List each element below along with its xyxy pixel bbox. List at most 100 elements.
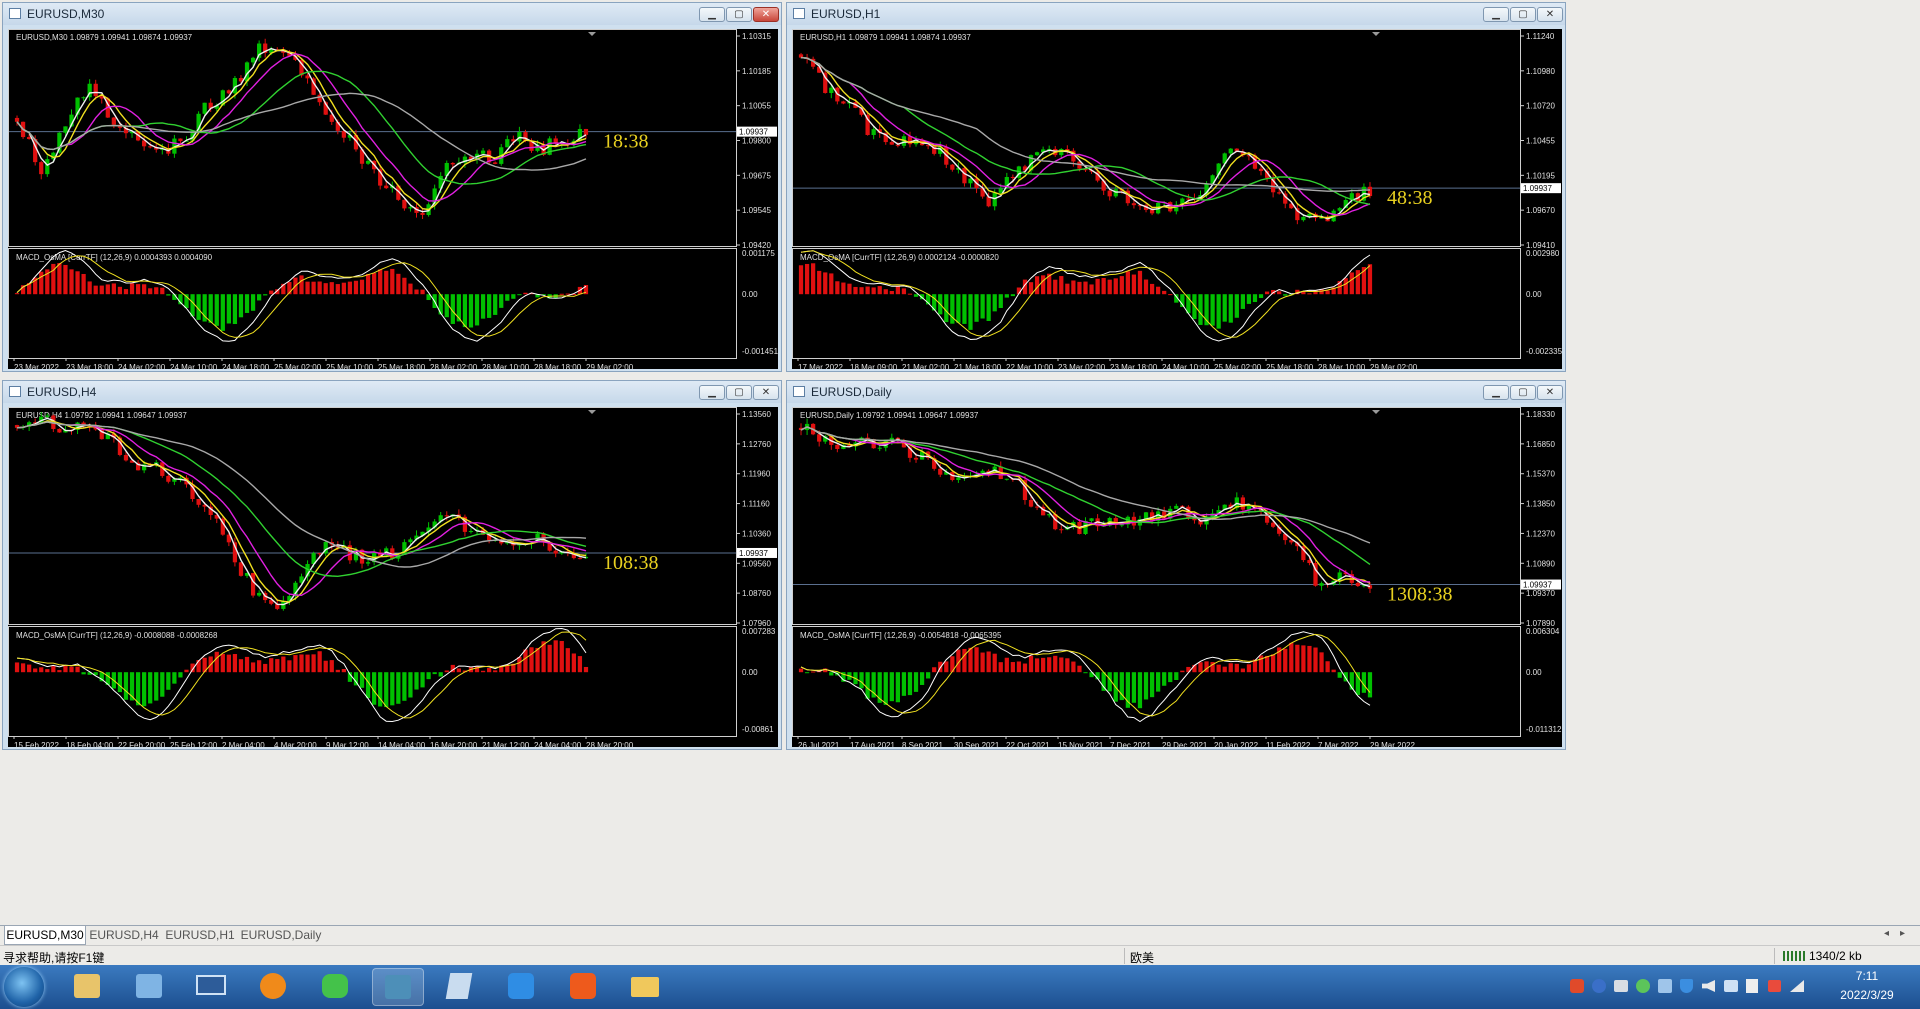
candle-body bbox=[57, 428, 62, 433]
candle-body bbox=[841, 101, 846, 104]
close-button[interactable]: ✕ bbox=[1537, 7, 1563, 22]
title-bar[interactable]: EURUSD,H4 ▁ ▢ ✕ bbox=[3, 381, 781, 403]
date-tick-label: 25 Mar 18:00 bbox=[1266, 363, 1314, 369]
macd-tick-label: 0.00 bbox=[1526, 290, 1542, 299]
taskbar-item-contacts[interactable] bbox=[124, 968, 176, 1006]
macd-histogram-bar bbox=[487, 668, 492, 673]
taskbar-item-metatrader[interactable] bbox=[372, 968, 424, 1006]
macd-histogram-bar bbox=[456, 668, 461, 673]
keyboard-icon[interactable] bbox=[1614, 980, 1628, 992]
minimize-button[interactable]: ▁ bbox=[1483, 385, 1509, 400]
title-bar[interactable]: EURUSD,H1 ▁ ▢ ✕ bbox=[787, 3, 1565, 25]
chart-window-h1[interactable]: EURUSD,H1 ▁ ▢ ✕ EURUSD,H1 1.09879 1.0994… bbox=[786, 2, 1566, 372]
shield-icon[interactable] bbox=[1680, 979, 1693, 993]
maximize-button[interactable]: ▢ bbox=[726, 385, 752, 400]
taskbar-item-browser[interactable] bbox=[248, 968, 300, 1006]
date-tick-label: 15 Feb 2022 bbox=[14, 741, 59, 747]
minimize-button[interactable]: ▁ bbox=[1483, 7, 1509, 22]
date-tick-label: 16 Mar 20:00 bbox=[430, 741, 478, 747]
macd-histogram-bar bbox=[517, 294, 522, 296]
network-icon[interactable] bbox=[1658, 979, 1672, 993]
chart-area[interactable]: EURUSD,H4 1.09792 1.09941 1.09647 1.0993… bbox=[8, 407, 778, 747]
taskbar-item-notes[interactable] bbox=[496, 968, 548, 1006]
macd-histogram-bar bbox=[99, 285, 104, 295]
taskbar-item-editor[interactable] bbox=[434, 968, 486, 1006]
macd-histogram-bar bbox=[1325, 290, 1330, 295]
date-tick-label: 28 Mar 20:00 bbox=[586, 741, 634, 747]
signal-icon[interactable] bbox=[1790, 980, 1804, 992]
start-button[interactable] bbox=[4, 967, 44, 1007]
speaker-icon[interactable] bbox=[1702, 980, 1715, 992]
macd-histogram-bar bbox=[396, 672, 401, 704]
chart-window-daily[interactable]: EURUSD,Daily ▁ ▢ ✕ EURUSD,Daily 1.09792 … bbox=[786, 380, 1566, 750]
macd-tick-label: -0.00861 bbox=[742, 725, 774, 734]
macd-tick-label: 0.006304 bbox=[1526, 627, 1560, 636]
chart-area[interactable]: EURUSD,Daily 1.09792 1.09941 1.09647 1.0… bbox=[792, 407, 1562, 747]
close-button[interactable]: ✕ bbox=[753, 7, 779, 22]
price-tick-label: 1.09800 bbox=[742, 137, 771, 146]
candle-body bbox=[553, 550, 558, 554]
window-title: EURUSD,Daily bbox=[811, 385, 892, 399]
macd-histogram-bar bbox=[384, 270, 389, 295]
bar-countdown-timer: 1308:38 bbox=[1387, 584, 1453, 606]
date-tick-label: 22 Feb 20:00 bbox=[118, 741, 166, 747]
tab-eurusd-h4[interactable]: EURUSD,H4 bbox=[86, 926, 162, 944]
chart-window-icon bbox=[9, 8, 21, 19]
taskbar-item-explorer[interactable] bbox=[620, 968, 672, 1006]
tab-eurusd-h1[interactable]: EURUSD,H1 bbox=[162, 926, 238, 944]
date-tick-label: 15 Nov 2021 bbox=[1058, 741, 1104, 747]
macd-histogram-bar bbox=[244, 294, 250, 313]
maximize-button[interactable]: ▢ bbox=[726, 7, 752, 22]
chart-window-h4[interactable]: EURUSD,H4 ▁ ▢ ✕ EURUSD,H4 1.09792 1.0994… bbox=[2, 380, 782, 750]
macd-histogram-bar bbox=[408, 283, 413, 295]
taskbar-item-desktop[interactable] bbox=[186, 968, 238, 1006]
date-tick-label: 29 Mar 2022 bbox=[1370, 741, 1415, 747]
display-icon[interactable] bbox=[1724, 980, 1738, 992]
flag-icon[interactable] bbox=[1746, 979, 1758, 993]
clock-time[interactable]: 7:11 bbox=[1812, 969, 1920, 983]
taskbar-item-wechat[interactable] bbox=[310, 968, 362, 1006]
wechat-tray-icon[interactable] bbox=[1636, 979, 1650, 993]
candle-body bbox=[305, 75, 310, 79]
maximize-button[interactable]: ▢ bbox=[1510, 385, 1536, 400]
chart-area[interactable]: EURUSD,M30 1.09879 1.09941 1.09874 1.099… bbox=[8, 29, 778, 369]
chart-area[interactable]: EURUSD,H1 1.09879 1.09941 1.09874 1.0993… bbox=[792, 29, 1562, 369]
volume-muted-icon[interactable] bbox=[1768, 980, 1781, 992]
title-bar[interactable]: EURUSD,M30 ▁ ▢ ✕ bbox=[3, 3, 781, 25]
macd-histogram-bar bbox=[865, 286, 870, 295]
close-button[interactable]: ✕ bbox=[753, 385, 779, 400]
sogou-ime-icon[interactable] bbox=[1570, 979, 1584, 993]
clock-date[interactable]: 2022/3/29 bbox=[1812, 988, 1920, 1002]
candle-body bbox=[480, 150, 486, 154]
tab-scroll-left-icon[interactable]: ◂ bbox=[1884, 928, 1889, 939]
macd-histogram-bar bbox=[226, 294, 231, 324]
macd-histogram-bar bbox=[33, 668, 38, 673]
symbol-info-line: EURUSD,M30 1.09879 1.09941 1.09874 1.099… bbox=[16, 33, 193, 42]
help-icon[interactable] bbox=[1592, 979, 1606, 993]
macd-histogram-bar bbox=[523, 292, 528, 295]
taskbar-item-chart-app[interactable] bbox=[558, 968, 610, 1006]
maximize-button[interactable]: ▢ bbox=[1510, 7, 1536, 22]
tab-eurusd-m30[interactable]: EURUSD,M30 bbox=[4, 926, 86, 945]
chart-window-m30[interactable]: EURUSD,M30 ▁ ▢ ✕ EURUSD,M30 1.09879 1.09… bbox=[2, 2, 782, 372]
macd-histogram-bar bbox=[1047, 657, 1052, 673]
taskbar-item-paint[interactable] bbox=[62, 968, 114, 1006]
macd-histogram-bar bbox=[1022, 663, 1028, 673]
macd-histogram-bar bbox=[883, 289, 888, 295]
macd-histogram-bar bbox=[87, 281, 92, 295]
macd-histogram-bar bbox=[907, 293, 913, 295]
date-tick-label: 11 Feb 2022 bbox=[1266, 741, 1311, 747]
macd-histogram-bar bbox=[244, 656, 250, 673]
minimize-button[interactable]: ▁ bbox=[699, 7, 725, 22]
minimize-button[interactable]: ▁ bbox=[699, 385, 725, 400]
macd-histogram-bar bbox=[1162, 290, 1167, 295]
tab-scroll-right-icon[interactable]: ▸ bbox=[1900, 928, 1905, 939]
close-button[interactable]: ✕ bbox=[1537, 385, 1563, 400]
macd-histogram-bar bbox=[160, 672, 165, 697]
macd-histogram-bar bbox=[804, 263, 810, 295]
title-bar[interactable]: EURUSD,Daily ▁ ▢ ✕ bbox=[787, 381, 1565, 403]
macd-histogram-bar bbox=[1077, 665, 1082, 673]
macd-tick-label: -0.011312 bbox=[1526, 725, 1562, 734]
tab-eurusd-daily[interactable]: EURUSD,Daily bbox=[238, 926, 324, 944]
date-tick-label: 23 Mar 02:00 bbox=[1058, 363, 1106, 369]
